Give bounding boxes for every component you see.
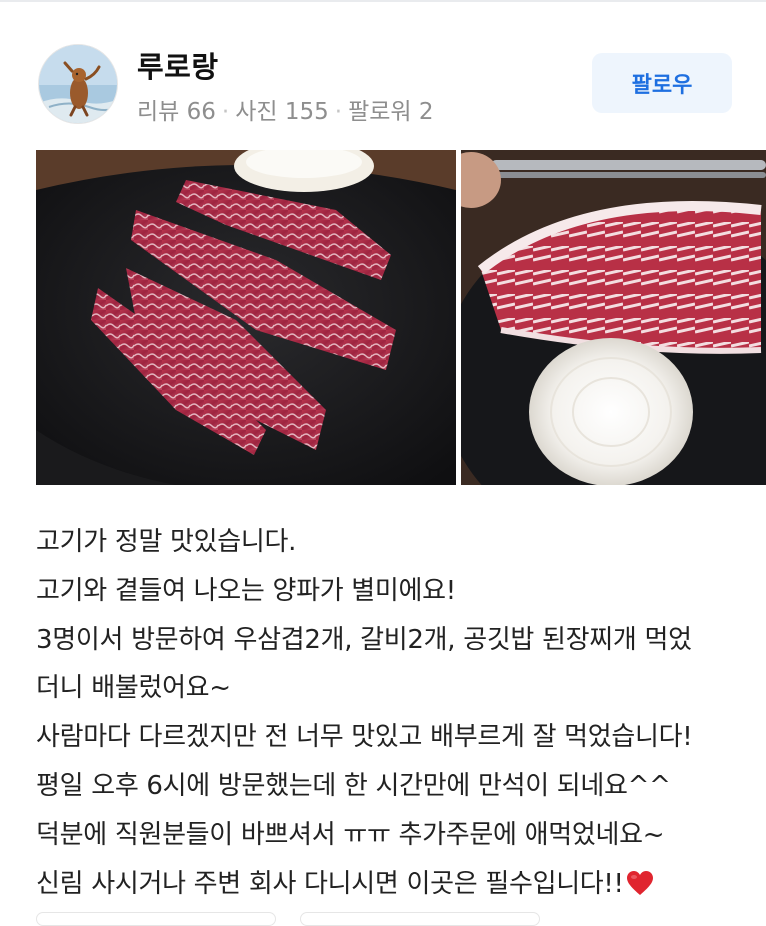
review-line: 평일 오후 6시에 방문했는데 한 시간만에 만석이 되네요^^ [36, 770, 671, 801]
review-line: 고기와 곁들여 나오는 양파가 별미에요! [36, 575, 456, 606]
review-card: 루로랑 리뷰 66 · 사진 155 · 팔로워 2 팔로우 고기가 정말 맛있… [0, 0, 766, 926]
beef-on-grill-image [36, 150, 456, 485]
review-line: 사람마다 다르겠지만 전 너무 맛있고 배부르게 잘 먹었습니다! [36, 722, 693, 753]
review-count-value: 66 [186, 99, 216, 125]
review-count-label: 리뷰 [137, 99, 180, 125]
review-line-text: 신림 사시거나 주변 회사 다니시면 이곳은 필수입니다!! [36, 868, 624, 899]
review-line: 덕분에 직원분들이 바쁘셔서 ㅠㅠ 추가주문에 애먹었네요~ [36, 819, 665, 850]
author-avatar[interactable] [38, 44, 118, 124]
author-name[interactable]: 루로랑 [137, 44, 219, 86]
review-line-last: 신림 사시거나 주변 회사 다니시면 이곳은 필수입니다!! [36, 860, 756, 909]
separator-dot: · [221, 99, 230, 125]
follow-button[interactable]: 팔로우 [592, 53, 732, 113]
sliced-beef-onion-image [461, 150, 766, 485]
review-photo-1[interactable] [36, 150, 456, 485]
author-stats: 리뷰 66 · 사진 155 · 팔로워 2 [137, 92, 434, 126]
keyword-chip[interactable] [300, 912, 540, 926]
review-line: 더니 배불렀어요~ [36, 673, 231, 704]
review-line: 고기가 정말 맛있습니다. [36, 527, 297, 557]
review-text: 고기가 정말 맛있습니다. 고기와 곁들여 나오는 양파가 별미에요! 3명이서… [36, 518, 756, 908]
separator-dot: · [334, 99, 343, 125]
photo-count-value: 155 [284, 99, 329, 125]
follower-count-value: 2 [418, 99, 434, 125]
photo-count-label: 사진 [235, 99, 278, 125]
otter-avatar-icon [39, 45, 117, 123]
keyword-chip[interactable] [36, 912, 276, 926]
follower-count-label: 팔로워 [348, 99, 412, 125]
heart-icon [626, 870, 653, 895]
review-photo-2[interactable] [461, 150, 766, 485]
review-line: 3명이서 방문하여 우삼겹2개, 갈비2개, 공깃밥 된장찌개 먹었 [36, 624, 692, 655]
